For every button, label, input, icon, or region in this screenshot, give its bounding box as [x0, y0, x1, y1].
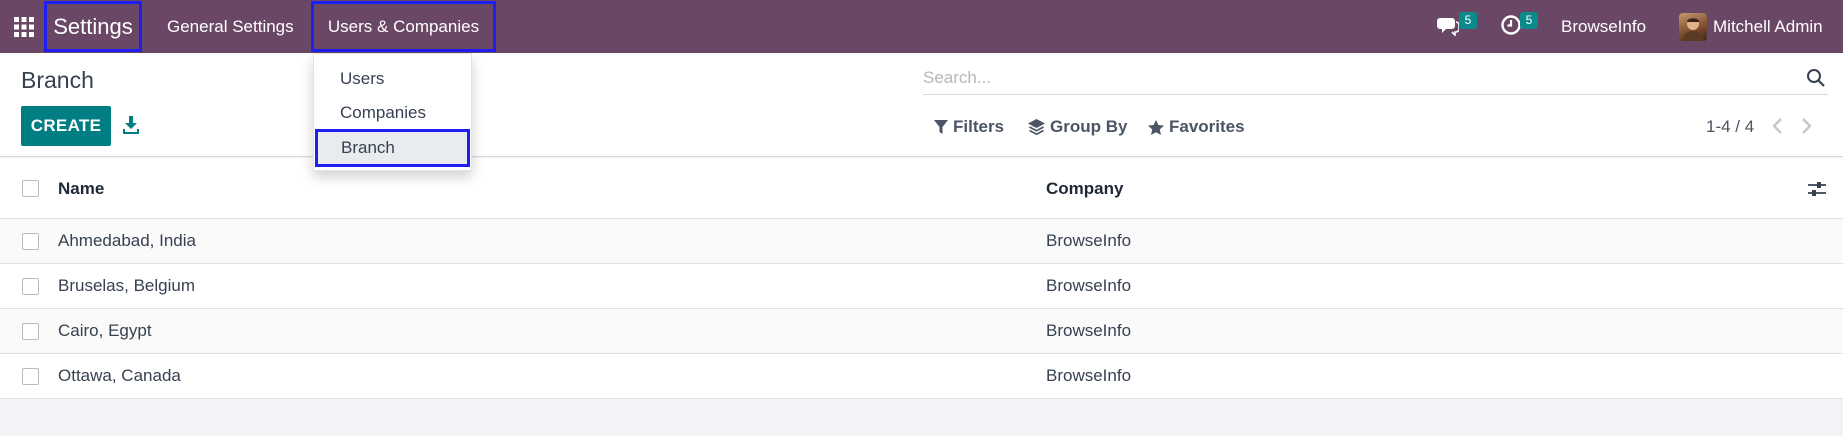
table-row[interactable]: Ahmedabad, India BrowseInfo: [0, 219, 1843, 264]
group-by-button[interactable]: Group By: [1028, 117, 1127, 137]
layers-icon: [1028, 119, 1045, 135]
page-title: Branch: [21, 67, 94, 93]
user-avatar[interactable]: [1679, 13, 1707, 41]
users-companies-dropdown: Users Companies Branch: [313, 53, 472, 171]
user-menu[interactable]: Mitchell Admin: [1713, 0, 1823, 53]
cell-company: BrowseInfo: [1046, 321, 1132, 340]
download-icon[interactable]: [122, 115, 140, 135]
cell-name: Bruselas, Belgium: [58, 276, 196, 295]
branch-list-table: Name Company Ahmedabad, India BrowseInfo…: [0, 158, 1843, 399]
table-row[interactable]: Ottawa, Canada BrowseInfo: [0, 354, 1843, 399]
clock-icon[interactable]: [1500, 14, 1522, 36]
filters-label: Filters: [953, 117, 1005, 136]
table-row[interactable]: Bruselas, Belgium BrowseInfo: [0, 264, 1843, 309]
chevron-left-icon[interactable]: [1771, 117, 1785, 135]
activities-badge: 5: [1520, 12, 1538, 29]
menu-general-settings[interactable]: General Settings: [151, 0, 310, 53]
dropdown-item-branch[interactable]: Branch: [315, 129, 470, 167]
dropdown-item-companies[interactable]: Companies: [314, 96, 471, 130]
pager-value[interactable]: 1-4 / 4: [1706, 117, 1754, 137]
chevron-right-icon[interactable]: [1799, 117, 1813, 135]
optional-columns-icon[interactable]: [1807, 179, 1827, 199]
search-icon[interactable]: [1806, 68, 1826, 88]
cell-company: BrowseInfo: [1046, 276, 1132, 295]
table-header: Name Company: [0, 158, 1843, 219]
cell-name: Ottawa, Canada: [58, 366, 181, 385]
menu-users-companies[interactable]: Users & Companies: [311, 1, 496, 52]
filters-button[interactable]: Filters: [934, 117, 1004, 137]
cell-company: BrowseInfo: [1046, 366, 1132, 385]
chat-icon[interactable]: [1437, 14, 1459, 36]
favorites-label: Favorites: [1169, 117, 1245, 136]
group-by-label: Group By: [1050, 117, 1128, 136]
star-icon: [1148, 119, 1164, 135]
messages-badge: 5: [1459, 12, 1477, 29]
filter-icon: [934, 119, 948, 134]
app-title[interactable]: Settings: [44, 1, 142, 52]
cell-company: BrowseInfo: [1046, 231, 1132, 250]
control-panel: Branch CREATE Filters Group By Favorites…: [0, 53, 1843, 157]
row-checkbox[interactable]: [22, 323, 39, 340]
cell-name: Cairo, Egypt: [58, 321, 152, 340]
select-all-checkbox[interactable]: [22, 180, 39, 197]
cell-name: Ahmedabad, India: [58, 231, 196, 250]
column-header-company[interactable]: Company: [1046, 179, 1123, 199]
apps-grid-icon[interactable]: [14, 17, 34, 37]
column-header-name[interactable]: Name: [58, 179, 104, 199]
create-button[interactable]: CREATE: [21, 106, 111, 146]
top-navbar: Settings General Settings Users & Compan…: [0, 0, 1843, 53]
company-switcher[interactable]: BrowseInfo: [1561, 0, 1646, 53]
row-checkbox[interactable]: [22, 278, 39, 295]
row-checkbox[interactable]: [22, 368, 39, 385]
search-input[interactable]: [923, 63, 1783, 93]
favorites-button[interactable]: Favorites: [1148, 117, 1245, 137]
row-checkbox[interactable]: [22, 233, 39, 250]
dropdown-item-users[interactable]: Users: [314, 62, 471, 96]
search-bar: [923, 63, 1828, 95]
table-row[interactable]: Cairo, Egypt BrowseInfo: [0, 309, 1843, 354]
